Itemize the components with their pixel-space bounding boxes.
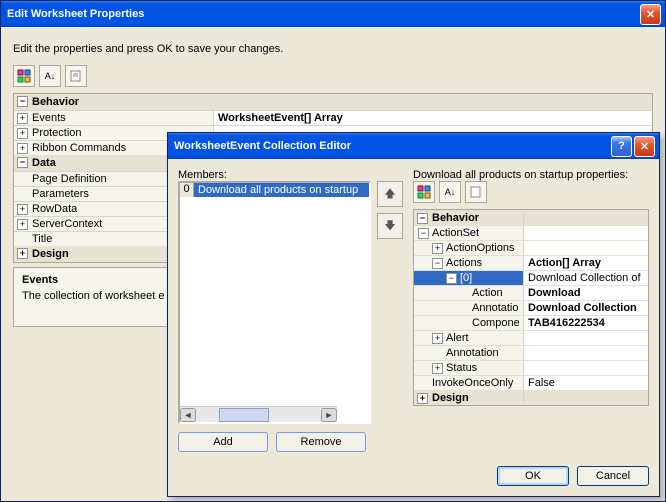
help-button[interactable]: ? <box>611 136 632 157</box>
scroll-left-button[interactable]: ◄ <box>180 408 196 422</box>
help-icon: ? <box>618 140 625 152</box>
title-label: Title <box>32 233 52 245</box>
events-value: WorksheetEvent[] Array <box>218 112 343 124</box>
window-title: Edit Worksheet Properties <box>7 8 144 20</box>
members-label: Members: <box>178 169 403 181</box>
annotation-value: Download Collection <box>528 302 637 314</box>
sort-icon: A↓ <box>445 187 456 197</box>
expand-icon[interactable]: + <box>17 248 28 259</box>
invoke-value: False <box>524 376 648 390</box>
property-grid: −Behavior −ActionSet +ActionOptions −Act… <box>413 209 649 406</box>
category-behavior: Behavior <box>432 212 479 224</box>
actions-label: Actions <box>446 257 482 269</box>
remove-button[interactable]: Remove <box>276 432 366 452</box>
cancel-button[interactable]: Cancel <box>577 466 649 486</box>
invoke-label: InvokeOnceOnly <box>432 377 513 389</box>
collapse-icon[interactable]: − <box>17 157 28 168</box>
action-value: Download <box>528 287 581 299</box>
expand-icon[interactable]: + <box>432 243 443 254</box>
index0-label: [0] <box>460 272 472 284</box>
list-item[interactable]: 0 Download all products on startup <box>180 183 369 197</box>
alphabetical-button[interactable]: A↓ <box>39 65 61 87</box>
ribbon-label: Ribbon Commands <box>32 142 126 154</box>
sort-icon: A↓ <box>45 71 56 81</box>
params-label: Parameters <box>32 188 89 200</box>
alphabetical-button[interactable]: A↓ <box>439 181 461 203</box>
categorized-button[interactable] <box>413 181 435 203</box>
category-behavior: Behavior <box>32 96 79 108</box>
properties-label: Download all products on startup propert… <box>413 169 649 181</box>
pagedef-label: Page Definition <box>32 173 107 185</box>
horizontal-scrollbar[interactable]: ◄ ► <box>180 406 337 422</box>
titlebar: Edit Worksheet Properties ✕ <box>1 1 665 27</box>
property-pages-button[interactable] <box>65 65 87 87</box>
member-index: 0 <box>180 183 194 197</box>
component-label: Compone <box>472 317 520 329</box>
members-listbox[interactable]: 0 Download all products on startup ◄ ► <box>178 181 371 424</box>
expand-icon[interactable]: + <box>432 333 443 344</box>
component-value: TAB416222534 <box>528 317 605 329</box>
expand-icon[interactable]: + <box>17 204 28 215</box>
close-icon: ✕ <box>640 140 649 153</box>
expand-icon[interactable]: + <box>17 128 28 139</box>
actionoptions-label: ActionOptions <box>446 242 514 254</box>
action-label: Action <box>472 287 503 299</box>
scroll-right-button[interactable]: ► <box>321 408 337 422</box>
expand-icon[interactable]: + <box>17 219 28 230</box>
collection-editor-window: WorksheetEvent Collection Editor ? ✕ Mem… <box>167 132 660 497</box>
move-up-button[interactable]: 🡅 <box>377 181 403 207</box>
actions-value: Action[] Array <box>528 257 601 269</box>
expand-icon[interactable]: + <box>17 143 28 154</box>
status-label: Status <box>446 362 477 374</box>
collapse-icon[interactable]: − <box>417 213 428 224</box>
expand-icon[interactable]: + <box>432 363 443 374</box>
window-title: WorksheetEvent Collection Editor <box>174 140 351 152</box>
property-toolbar: A↓ <box>13 65 653 87</box>
events-label: Events <box>32 112 66 124</box>
selected-row[interactable]: −[0] Download Collection of <box>414 270 648 285</box>
expand-icon[interactable]: + <box>17 113 28 124</box>
move-down-button[interactable]: 🡇 <box>377 213 403 239</box>
categorized-icon <box>417 185 431 199</box>
close-button[interactable]: ✕ <box>640 4 661 25</box>
collapse-icon[interactable]: − <box>446 273 457 284</box>
instruction-text: Edit the properties and press OK to save… <box>13 43 653 55</box>
add-button[interactable]: Add <box>178 432 268 452</box>
property-pages-button[interactable] <box>465 181 487 203</box>
events-row[interactable]: + Events WorksheetEvent[] Array <box>14 110 652 125</box>
actionset-label: ActionSet <box>432 227 479 239</box>
categorized-button[interactable] <box>13 65 35 87</box>
annotation2-label: Annotation <box>446 347 499 359</box>
annotation-label: Annotatio <box>472 302 518 314</box>
collapse-icon[interactable]: − <box>17 96 28 107</box>
collapse-icon[interactable]: − <box>432 258 443 269</box>
collapse-icon[interactable]: − <box>418 228 429 239</box>
rowdata-label: RowData <box>32 203 77 215</box>
categorized-icon <box>17 69 31 83</box>
alert-label: Alert <box>446 332 469 344</box>
member-name: Download all products on startup <box>194 183 369 197</box>
arrow-up-icon: 🡅 <box>384 185 395 204</box>
pages-icon <box>469 185 483 199</box>
index0-value: Download Collection of <box>524 271 648 285</box>
scroll-thumb[interactable] <box>219 408 269 422</box>
close-icon: ✕ <box>646 8 655 21</box>
protection-label: Protection <box>32 127 82 139</box>
arrow-down-icon: 🡇 <box>384 217 395 236</box>
category-design: Design <box>32 248 69 260</box>
serverctx-label: ServerContext <box>32 218 102 230</box>
expand-icon[interactable]: + <box>417 393 428 404</box>
category-data: Data <box>32 157 56 169</box>
titlebar: WorksheetEvent Collection Editor ? ✕ <box>168 133 659 159</box>
ok-button[interactable]: OK <box>497 466 569 486</box>
pages-icon <box>69 69 83 83</box>
category-design: Design <box>432 392 469 404</box>
property-toolbar: A↓ <box>413 181 649 203</box>
close-button[interactable]: ✕ <box>634 136 655 157</box>
